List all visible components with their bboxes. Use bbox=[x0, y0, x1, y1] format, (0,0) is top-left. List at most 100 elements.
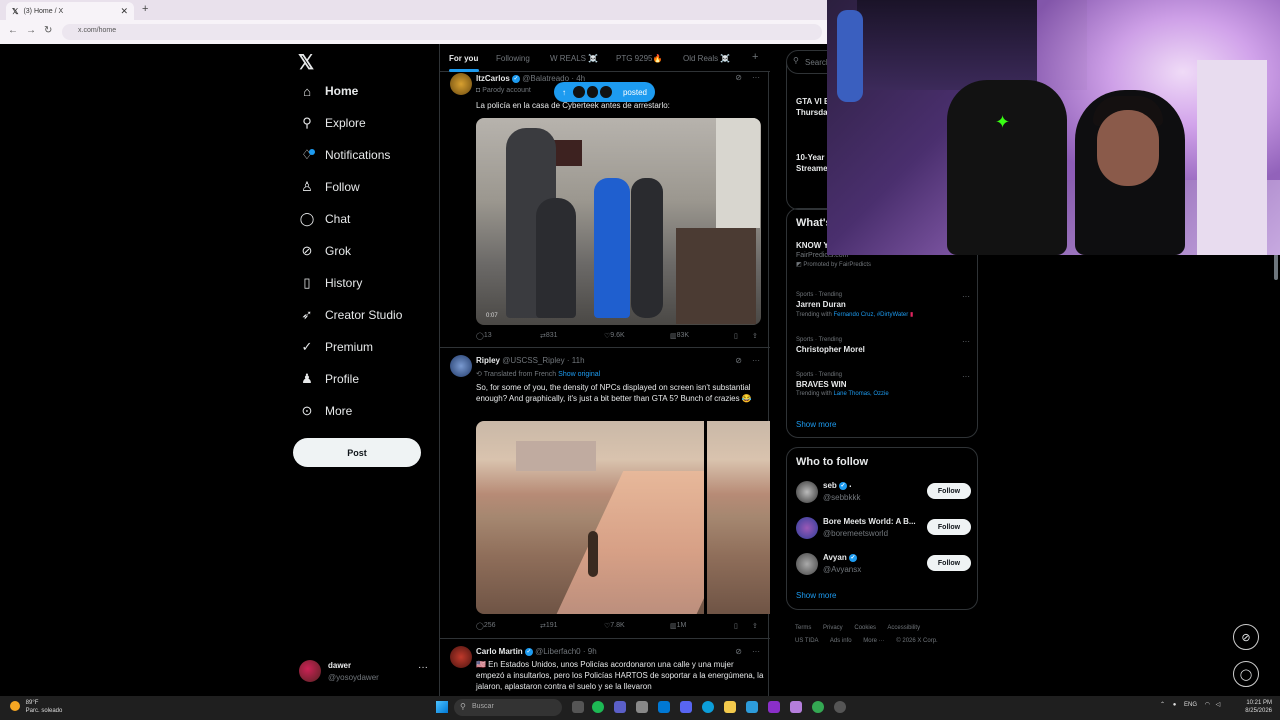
tweet-handle[interactable]: @Liberfach0 bbox=[535, 647, 580, 656]
x-logo-icon[interactable]: 𝕏 bbox=[298, 50, 314, 75]
nav-grok[interactable]: ⊘ Grok bbox=[299, 239, 351, 263]
more-icon[interactable]: ··· bbox=[962, 337, 970, 346]
like-button[interactable]: ♡ 7.8K bbox=[604, 622, 625, 630]
tweet[interactable]: Ripley @USCSS_Ripley · 11h ⊘ ··· ⟲ Trans… bbox=[440, 349, 770, 639]
tab-old-reals[interactable]: Old Reals ☠️ bbox=[683, 54, 730, 63]
tweet-handle[interactable]: @USCSS_Ripley bbox=[502, 356, 564, 365]
nav-chat[interactable]: ◯ Chat bbox=[299, 207, 351, 231]
tweet-author[interactable]: Ripley bbox=[476, 356, 500, 365]
tweet-video[interactable]: 0:07 bbox=[476, 118, 761, 325]
clock[interactable]: 10:21 PM 8/25/2026 bbox=[1236, 699, 1272, 715]
spotify-icon[interactable] bbox=[592, 701, 604, 713]
tweet[interactable]: Carlo Martin ✓ @Liberfach0 · 9h ⊘ ··· 🇺🇸… bbox=[440, 640, 770, 696]
news-item[interactable]: GTA VI E Thursda bbox=[796, 96, 829, 118]
chevron-up-icon[interactable]: ⌃ bbox=[1160, 702, 1165, 708]
nav-explore[interactable]: ⚲ Explore bbox=[299, 111, 365, 135]
grok-float-button[interactable]: ⊘ bbox=[1233, 624, 1259, 650]
settings-icon[interactable] bbox=[834, 701, 846, 713]
follow-button[interactable]: Follow bbox=[927, 519, 971, 535]
footer-link[interactable]: Ads info bbox=[830, 638, 852, 644]
more-icon[interactable]: ··· bbox=[418, 662, 428, 673]
browser-tab[interactable]: 𝕏 (3) Home / X ✕ bbox=[6, 2, 134, 20]
messages-float-button[interactable]: ◯ bbox=[1233, 661, 1259, 687]
tweet[interactable]: ItzCarlos ✓ @Balatreado · 4h ⊘ ··· ◘ Par… bbox=[440, 73, 770, 348]
add-tab-icon[interactable]: + bbox=[752, 51, 758, 63]
tab-w-reals[interactable]: W REALS ☠️ bbox=[550, 54, 598, 63]
mic-icon[interactable]: ● bbox=[1173, 702, 1177, 708]
scrollbar-thumb[interactable] bbox=[1274, 254, 1278, 280]
outlook-icon[interactable] bbox=[658, 701, 670, 713]
weather-widget[interactable]: 89°F Parc. soleado bbox=[10, 699, 62, 715]
follow-button[interactable]: Follow bbox=[927, 555, 971, 571]
footer-link[interactable]: Terms bbox=[795, 625, 811, 631]
tweet-time[interactable]: 11h bbox=[572, 356, 585, 365]
nav-home[interactable]: ⌂ Home bbox=[299, 79, 358, 103]
more-icon[interactable]: ··· bbox=[962, 372, 970, 381]
bookmark-icon[interactable]: ▯ bbox=[734, 622, 738, 630]
repost-button[interactable]: ⇄ 191 bbox=[540, 622, 558, 630]
task-view-icon[interactable] bbox=[572, 701, 584, 713]
teams-icon[interactable] bbox=[614, 701, 626, 713]
nav-premium[interactable]: ✓ Premium bbox=[299, 335, 373, 359]
tab-ptg[interactable]: PTG 9295🔥 bbox=[616, 54, 662, 63]
share-icon[interactable]: ⇪ bbox=[752, 332, 758, 340]
discord-icon[interactable] bbox=[680, 701, 692, 713]
follow-suggestion[interactable]: seb ✓ ▪ @sebbkkk Follow bbox=[796, 479, 972, 505]
follow-button[interactable]: Follow bbox=[927, 483, 971, 499]
tweet-author[interactable]: Carlo Martin bbox=[476, 647, 523, 656]
bookmark-icon[interactable]: ▯ bbox=[734, 332, 738, 340]
account-switcher[interactable]: dawer @yosoydawer ··· bbox=[299, 658, 433, 686]
news-item[interactable]: 10-Year Streame bbox=[796, 152, 828, 174]
back-icon[interactable]: ← bbox=[8, 25, 18, 36]
nav-follow[interactable]: ♙ Follow bbox=[299, 175, 360, 199]
follow-suggestion[interactable]: Bore Meets World: A B... @boremeetsworld… bbox=[796, 515, 972, 541]
windows-start-icon[interactable] bbox=[436, 701, 448, 713]
tweet-image-2[interactable] bbox=[707, 421, 770, 614]
footer-link[interactable]: Accessibility bbox=[887, 625, 920, 631]
folder-icon[interactable] bbox=[724, 701, 736, 713]
trend-item[interactable]: Sports · Trending Christopher Morel ··· bbox=[796, 337, 970, 354]
tab-following[interactable]: Following bbox=[496, 54, 530, 63]
active-app-icon[interactable] bbox=[790, 701, 802, 713]
new-posts-pill[interactable]: ↑ posted bbox=[554, 82, 655, 102]
system-tray[interactable]: ⌃ ● ENG ◠ ◁ bbox=[1160, 701, 1220, 708]
tweet-time[interactable]: 9h bbox=[588, 647, 597, 656]
more-icon[interactable]: ··· bbox=[752, 356, 760, 365]
grok-icon[interactable]: ⊘ bbox=[735, 73, 742, 82]
nav-more[interactable]: ⊙ More bbox=[299, 399, 353, 423]
app-icon[interactable] bbox=[768, 701, 780, 713]
views-button[interactable]: ▥ 1M bbox=[670, 622, 686, 630]
forward-icon[interactable]: → bbox=[26, 25, 36, 36]
taskbar-search[interactable]: ⚲ Buscar bbox=[454, 699, 562, 716]
like-button[interactable]: ♡ 9.6K bbox=[604, 332, 625, 340]
footer-link[interactable]: US TIDA bbox=[795, 638, 819, 644]
nav-notifications[interactable]: ♢ Notifications bbox=[299, 143, 390, 167]
new-tab-icon[interactable]: + bbox=[142, 3, 148, 15]
show-more-link[interactable]: Show more bbox=[796, 420, 836, 429]
post-button[interactable]: Post bbox=[293, 438, 421, 467]
nav-creator-studio[interactable]: ➶ Creator Studio bbox=[299, 303, 403, 327]
footer-link[interactable]: More ··· bbox=[863, 638, 884, 644]
edge-icon[interactable] bbox=[702, 701, 714, 713]
trend-related-links[interactable]: Lane Thomas, Ozzie bbox=[833, 391, 888, 397]
wifi-icon[interactable]: ◠ bbox=[1205, 702, 1210, 708]
language-indicator[interactable]: ENG bbox=[1184, 702, 1197, 708]
trend-item[interactable]: Sports · Trending BRAVES WIN Trending wi… bbox=[796, 372, 970, 397]
share-icon[interactable]: ⇪ bbox=[752, 622, 758, 630]
show-original-link[interactable]: Show original bbox=[558, 371, 600, 378]
store-icon[interactable] bbox=[636, 701, 648, 713]
tweet-image[interactable] bbox=[476, 421, 704, 614]
nav-profile[interactable]: ♟ Profile bbox=[299, 367, 359, 391]
grok-icon[interactable]: ⊘ bbox=[735, 356, 742, 365]
reload-icon[interactable]: ↻ bbox=[44, 25, 52, 36]
footer-link[interactable]: Privacy bbox=[823, 625, 843, 631]
more-icon[interactable]: ··· bbox=[752, 647, 760, 656]
repost-button[interactable]: ⇄ 831 bbox=[540, 332, 558, 340]
more-icon[interactable]: ··· bbox=[962, 292, 970, 301]
close-tab-icon[interactable]: ✕ bbox=[120, 6, 128, 17]
grok-icon[interactable]: ⊘ bbox=[735, 647, 742, 656]
tweet-author[interactable]: ItzCarlos bbox=[476, 74, 510, 83]
volume-icon[interactable]: ◁ bbox=[1216, 702, 1221, 708]
chrome-icon[interactable] bbox=[812, 701, 824, 713]
nav-history[interactable]: ▯ History bbox=[299, 271, 362, 295]
